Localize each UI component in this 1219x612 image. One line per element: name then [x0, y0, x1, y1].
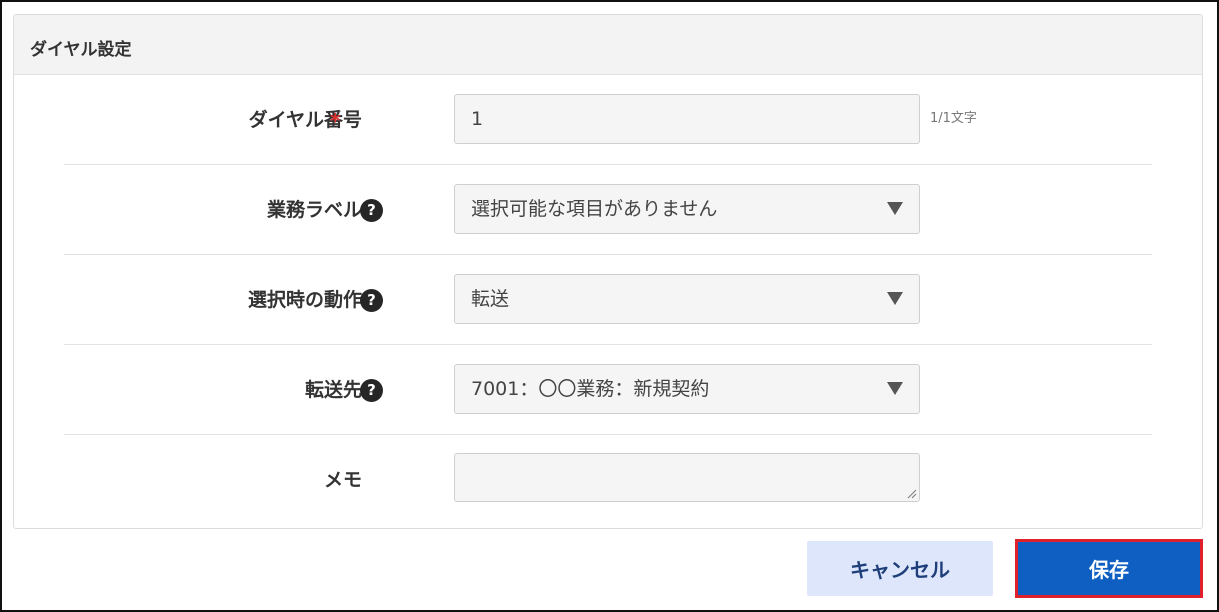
business-label-select[interactable]: 選択可能な項目がありません — [454, 184, 920, 234]
transfer-target-selected: 7001：〇〇業務：新規契約 — [471, 378, 710, 400]
cancel-button[interactable]: キャンセル — [807, 541, 993, 596]
dial-number-value: 1 — [471, 108, 484, 130]
action-select[interactable]: 転送 — [454, 274, 920, 324]
caret-down-icon — [887, 202, 903, 215]
question-circle-icon[interactable]: ? — [360, 199, 383, 222]
dial-number-label: ダイヤル番号 — [248, 109, 362, 131]
save-button[interactable]: 保存 — [1015, 539, 1203, 598]
business-label-selected: 選択可能な項目がありません — [471, 198, 718, 220]
memo-row: メモ — [64, 435, 1152, 525]
panel-title: ダイヤル設定 — [30, 40, 132, 60]
action-selected: 転送 — [471, 288, 510, 310]
dial-number-input[interactable]: 1 — [454, 94, 920, 144]
transfer-target-row: 転送先 ? 7001：〇〇業務：新規契約 — [64, 345, 1152, 435]
business-label-row: 業務ラベル ? 選択可能な項目がありません — [64, 165, 1152, 255]
memo-textarea[interactable] — [454, 453, 920, 502]
required-mark: * — [330, 109, 341, 133]
memo-label: メモ — [323, 469, 362, 491]
dial-number-row: ダイヤル番号 * 1 1/1文字 — [64, 75, 1152, 165]
resize-grip-icon[interactable] — [906, 488, 917, 499]
transfer-target-label: 転送先 — [304, 379, 362, 401]
caret-down-icon — [887, 382, 903, 395]
question-circle-icon[interactable]: ? — [360, 379, 383, 402]
dial-settings-panel: ダイヤル設定 ダイヤル番号 * 1 1/1文字 業務ラベル ? 選択可能な項目が… — [13, 14, 1203, 529]
transfer-target-select[interactable]: 7001：〇〇業務：新規契約 — [454, 364, 920, 414]
action-label: 選択時の動作 — [247, 289, 362, 311]
panel-header: ダイヤル設定 — [14, 15, 1202, 75]
business-label-label: 業務ラベル — [266, 199, 362, 221]
question-circle-icon[interactable]: ? — [360, 289, 383, 312]
dialog-frame: ダイヤル設定 ダイヤル番号 * 1 1/1文字 業務ラベル ? 選択可能な項目が… — [0, 0, 1219, 612]
char-count: 1/1文字 — [930, 111, 977, 126]
action-row: 選択時の動作 ? 転送 — [64, 255, 1152, 345]
caret-down-icon — [887, 292, 903, 305]
